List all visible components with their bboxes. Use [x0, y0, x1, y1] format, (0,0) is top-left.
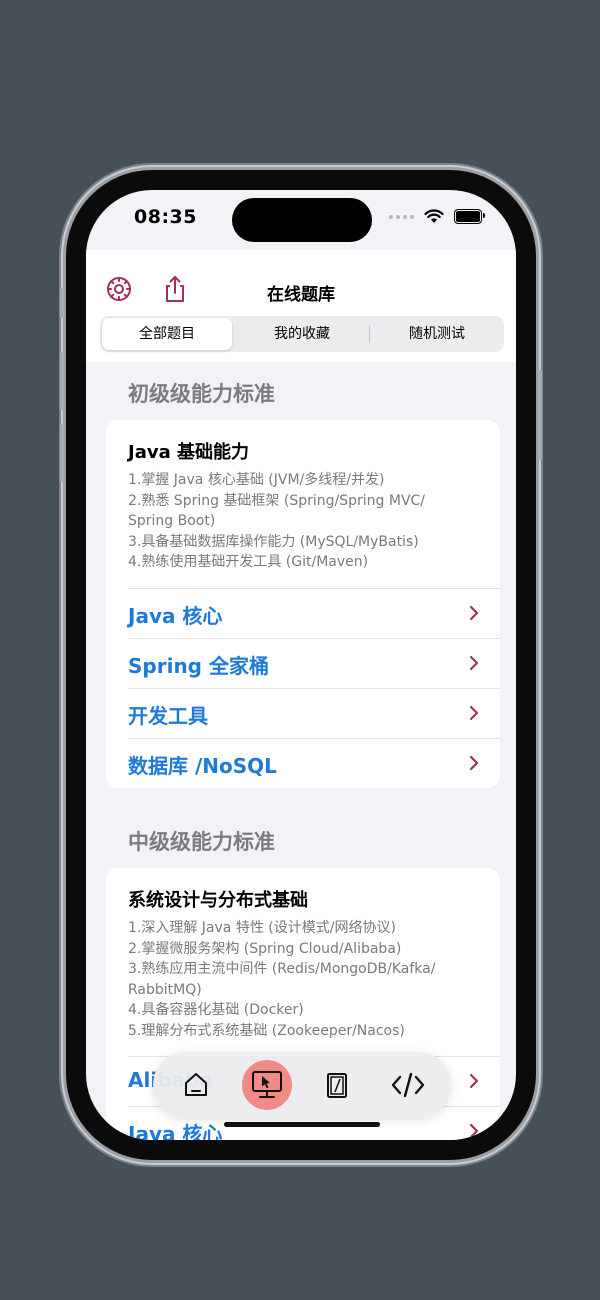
power-button	[538, 370, 542, 460]
chevron-right-icon	[469, 1123, 479, 1139]
card-description: 1.掌握 Java 核心基础 (JVM/多线程/并发) 2.熟悉 Spring …	[128, 472, 426, 570]
desktop-pointer-icon	[251, 1071, 282, 1098]
segment-random-test[interactable]: 随机测试	[372, 318, 502, 350]
question-list[interactable]: 初级级能力标准 Java 基础能力 1.掌握 Java 核心基础 (JVM/多线…	[86, 362, 516, 1140]
home-icon	[185, 1073, 208, 1096]
card-title: 系统设计与分布式基础	[128, 890, 308, 911]
dynamic-island	[232, 198, 372, 242]
status-icons	[389, 209, 485, 224]
tab-code[interactable]	[383, 1060, 433, 1110]
action-button	[60, 288, 64, 318]
status-time: 08:35	[134, 206, 197, 228]
wifi-icon	[424, 209, 444, 223]
chevron-right-icon	[469, 605, 479, 621]
tab-notes[interactable]	[312, 1060, 362, 1110]
battery-icon	[454, 209, 485, 224]
notes-icon	[327, 1073, 348, 1098]
chevron-right-icon	[469, 705, 479, 721]
screen: 08:35 在线题库 全部题目 我的收藏 随机测试 初级级能力标准 Java 基…	[86, 190, 516, 1140]
card-title: Java 基础能力	[128, 442, 249, 463]
segment-favorites[interactable]: 我的收藏	[237, 318, 367, 350]
navigation-bar: 在线题库 全部题目 我的收藏 随机测试	[86, 250, 516, 362]
chevron-right-icon	[469, 1073, 479, 1089]
tab-home[interactable]	[171, 1060, 221, 1110]
phone-frame: 08:35 在线题库 全部题目 我的收藏 随机测试 初级级能力标准 Java 基…	[60, 170, 542, 1160]
code-icon	[391, 1072, 424, 1098]
cellular-signal-icon	[389, 214, 414, 219]
list-item[interactable]: 开发工具	[128, 688, 500, 738]
segment-all-questions[interactable]: 全部题目	[102, 318, 232, 350]
floating-tab-bar	[153, 1052, 451, 1118]
section-header: 初级级能力标准	[128, 382, 275, 406]
list-item-label: Java 核心	[128, 604, 223, 628]
chevron-right-icon	[469, 755, 479, 771]
volume-down-button	[60, 424, 64, 482]
list-item-label: 开发工具	[128, 704, 208, 728]
tab-practice[interactable]	[241, 1060, 292, 1110]
segmented-control: 全部题目 我的收藏 随机测试	[100, 316, 504, 352]
list-item[interactable]: 数据库 /NoSQL	[128, 738, 500, 788]
list-item[interactable]: Spring 全家桶	[128, 638, 500, 688]
page-title: 在线题库	[267, 285, 335, 305]
list-item-label: Java 核心	[128, 1122, 223, 1140]
level-card: Java 基础能力 1.掌握 Java 核心基础 (JVM/多线程/并发) 2.…	[106, 420, 500, 788]
chevron-right-icon	[469, 655, 479, 671]
segment-divider	[369, 325, 370, 343]
list-item-label: Spring 全家桶	[128, 654, 269, 678]
section-header: 中级级能力标准	[128, 830, 275, 854]
list-item[interactable]: Java 核心	[128, 588, 500, 638]
home-indicator[interactable]	[224, 1122, 380, 1127]
list-item-label: 数据库 /NoSQL	[128, 754, 277, 778]
volume-up-button	[60, 352, 64, 410]
card-description: 1.深入理解 Java 特性 (设计模式/网络协议) 2.掌握微服务架构 (Sp…	[128, 920, 436, 1039]
